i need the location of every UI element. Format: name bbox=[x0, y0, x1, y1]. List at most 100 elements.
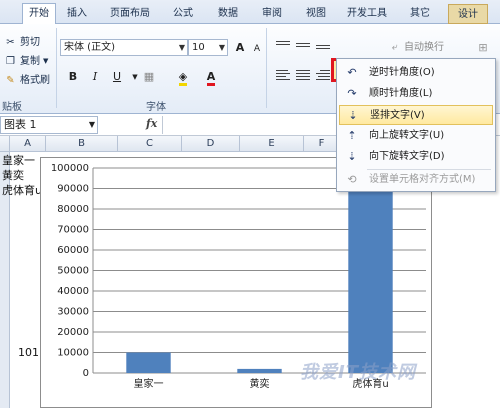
font-size-value: 10 bbox=[192, 42, 205, 53]
column-header-a[interactable]: A bbox=[10, 136, 46, 152]
tab-developer[interactable]: 开发工具 bbox=[342, 4, 392, 24]
y-tick-label: 80000 bbox=[57, 204, 89, 215]
align-center-button[interactable] bbox=[294, 68, 312, 84]
orientation-menu: ↶ 逆时针角度(O) ↷ 顺时针角度(L) ⇣ 竖排文字(V) ⇡ 向上旋转文字… bbox=[336, 58, 496, 192]
x-tick-label: 黄奕 bbox=[250, 377, 270, 390]
tab-data[interactable]: 数据 bbox=[213, 4, 243, 24]
menu-item-rotate-up[interactable]: ⇡ 向上旋转文字(U) bbox=[339, 126, 493, 146]
name-box[interactable]: 图表 1 ▼ bbox=[0, 116, 98, 134]
y-tick-label: 30000 bbox=[57, 307, 89, 318]
function-icon[interactable]: fx bbox=[146, 117, 157, 130]
merge-button[interactable]: ⊞ bbox=[474, 39, 492, 57]
chevron-down-icon: ▼ bbox=[88, 120, 95, 129]
format-painter-label: 格式刷 bbox=[20, 75, 50, 86]
underline-button[interactable]: U bbox=[108, 68, 126, 86]
font-color-icon: A bbox=[206, 70, 216, 86]
rotate-clockwise-icon: ↷ bbox=[347, 87, 357, 100]
tab-view[interactable]: 视图 bbox=[301, 4, 331, 24]
chevron-down-icon: ▼ bbox=[43, 57, 49, 65]
rotate-up-icon: ⇡ bbox=[347, 129, 357, 142]
bold-button[interactable]: B bbox=[64, 68, 82, 86]
group-separator bbox=[266, 28, 267, 108]
align-right-button[interactable] bbox=[314, 68, 332, 84]
tab-home[interactable]: 开始 bbox=[22, 3, 56, 25]
font-color-button[interactable]: A bbox=[202, 68, 220, 86]
y-tick-label: 50000 bbox=[57, 266, 89, 277]
menu-item-format-alignment[interactable]: ⟲ 设置单元格对齐方式(M) bbox=[339, 170, 493, 190]
wrap-text-label: 自动换行 bbox=[404, 42, 444, 53]
top-align-button[interactable] bbox=[274, 39, 292, 55]
y-tick-label: 60000 bbox=[57, 245, 89, 256]
merge-icon: ⊞ bbox=[478, 41, 488, 54]
borders-button[interactable]: ▦ bbox=[140, 68, 158, 86]
font-name-value: 宋体 (正文) bbox=[64, 42, 115, 53]
menu-item-label: 向下旋转文字(D) bbox=[369, 151, 445, 162]
grow-font-icon: A bbox=[235, 41, 245, 54]
paint-bucket-icon: ◈ bbox=[178, 70, 188, 86]
scissors-icon: ✂ bbox=[6, 37, 15, 48]
column-header-f[interactable]: F bbox=[304, 136, 340, 152]
fill-color-button[interactable]: ◈ bbox=[174, 68, 192, 86]
tab-formulas[interactable]: 公式 bbox=[168, 4, 198, 24]
group-separator bbox=[56, 28, 57, 108]
middle-align-button[interactable] bbox=[294, 41, 312, 57]
bar bbox=[237, 368, 282, 373]
y-tick-label: 100000 bbox=[51, 163, 89, 174]
y-tick-label: 90000 bbox=[57, 184, 89, 195]
format-alignment-icon: ⟲ bbox=[347, 173, 357, 186]
column-header-b[interactable]: B bbox=[46, 136, 118, 152]
borders-icon: ▦ bbox=[143, 70, 155, 83]
rotate-counterclockwise-icon: ↶ bbox=[347, 66, 357, 79]
wrap-text-button[interactable]: ⤶ 自动换行 bbox=[388, 39, 444, 56]
bar bbox=[348, 165, 393, 373]
menu-item-label: 向上旋转文字(U) bbox=[369, 130, 445, 141]
shrink-font-button[interactable]: A bbox=[248, 40, 266, 58]
vertical-text-icon: ⇣ bbox=[348, 109, 358, 122]
cut-button[interactable]: ✂ 剪切 bbox=[4, 34, 40, 51]
column-header-c[interactable]: C bbox=[118, 136, 182, 152]
tab-design[interactable]: 设计 bbox=[448, 4, 488, 24]
y-tick-label: 20000 bbox=[57, 327, 89, 338]
tab-page-layout[interactable]: 页面布局 bbox=[105, 4, 155, 24]
chevron-down-icon: ▼ bbox=[178, 43, 185, 52]
copy-label: 复制 bbox=[20, 56, 40, 67]
format-painter-button[interactable]: ✎ 格式刷 bbox=[4, 72, 50, 89]
cell-a-value[interactable]: 101. bbox=[18, 346, 43, 359]
menu-item-clockwise[interactable]: ↷ 顺时针角度(L) bbox=[339, 84, 493, 104]
bar bbox=[126, 352, 171, 373]
menu-item-vertical-text[interactable]: ⇣ 竖排文字(V) bbox=[339, 105, 493, 125]
copy-button[interactable]: ❐ 复制 ▼ bbox=[4, 53, 48, 70]
cut-label: 剪切 bbox=[20, 37, 40, 48]
menu-item-rotate-down[interactable]: ⇣ 向下旋转文字(D) bbox=[339, 147, 493, 167]
y-tick-label: 40000 bbox=[57, 286, 89, 297]
tab-insert[interactable]: 插入 bbox=[62, 4, 92, 24]
y-tick-label: 10000 bbox=[57, 348, 89, 359]
italic-button[interactable]: I bbox=[86, 68, 104, 86]
font-name-select[interactable]: 宋体 (正文) ▼ bbox=[60, 39, 188, 56]
menu-item-label: 逆时针角度(O) bbox=[369, 67, 435, 78]
select-all-corner[interactable] bbox=[0, 136, 10, 152]
cell-a2[interactable]: 黄奕 bbox=[2, 167, 24, 183]
chevron-down-icon: ▼ bbox=[218, 43, 225, 52]
name-box-value: 图表 1 bbox=[4, 118, 37, 131]
align-left-button[interactable] bbox=[274, 68, 292, 84]
column-header-e[interactable]: E bbox=[240, 136, 304, 152]
wrap-text-icon: ⤶ bbox=[391, 42, 398, 53]
cell-a1[interactable]: 皇家一 bbox=[2, 152, 35, 168]
copy-icon: ❐ bbox=[6, 56, 15, 67]
bottom-align-button[interactable] bbox=[314, 43, 332, 59]
font-size-select[interactable]: 10 ▼ bbox=[188, 39, 228, 56]
x-tick-label: 皇家一 bbox=[134, 377, 164, 390]
menu-item-counterclockwise[interactable]: ↶ 逆时针角度(O) bbox=[339, 63, 493, 83]
column-header-d[interactable]: D bbox=[182, 136, 240, 152]
tab-review[interactable]: 审阅 bbox=[257, 4, 287, 24]
watermark: 我爱IT技术网 bbox=[300, 362, 416, 383]
grow-font-button[interactable]: A bbox=[231, 39, 249, 57]
cell-a3[interactable]: 虎体育u bbox=[2, 182, 42, 198]
font-group-label: 字体 bbox=[146, 102, 166, 113]
tab-other[interactable]: 其它 bbox=[405, 4, 435, 24]
y-tick-label: 0 bbox=[83, 368, 89, 379]
shrink-font-icon: A bbox=[253, 44, 261, 54]
y-tick-label: 70000 bbox=[57, 225, 89, 236]
ribbon-tabs: 开始 插入 页面布局 公式 数据 审阅 视图 开发工具 其它 设计 bbox=[0, 0, 500, 25]
